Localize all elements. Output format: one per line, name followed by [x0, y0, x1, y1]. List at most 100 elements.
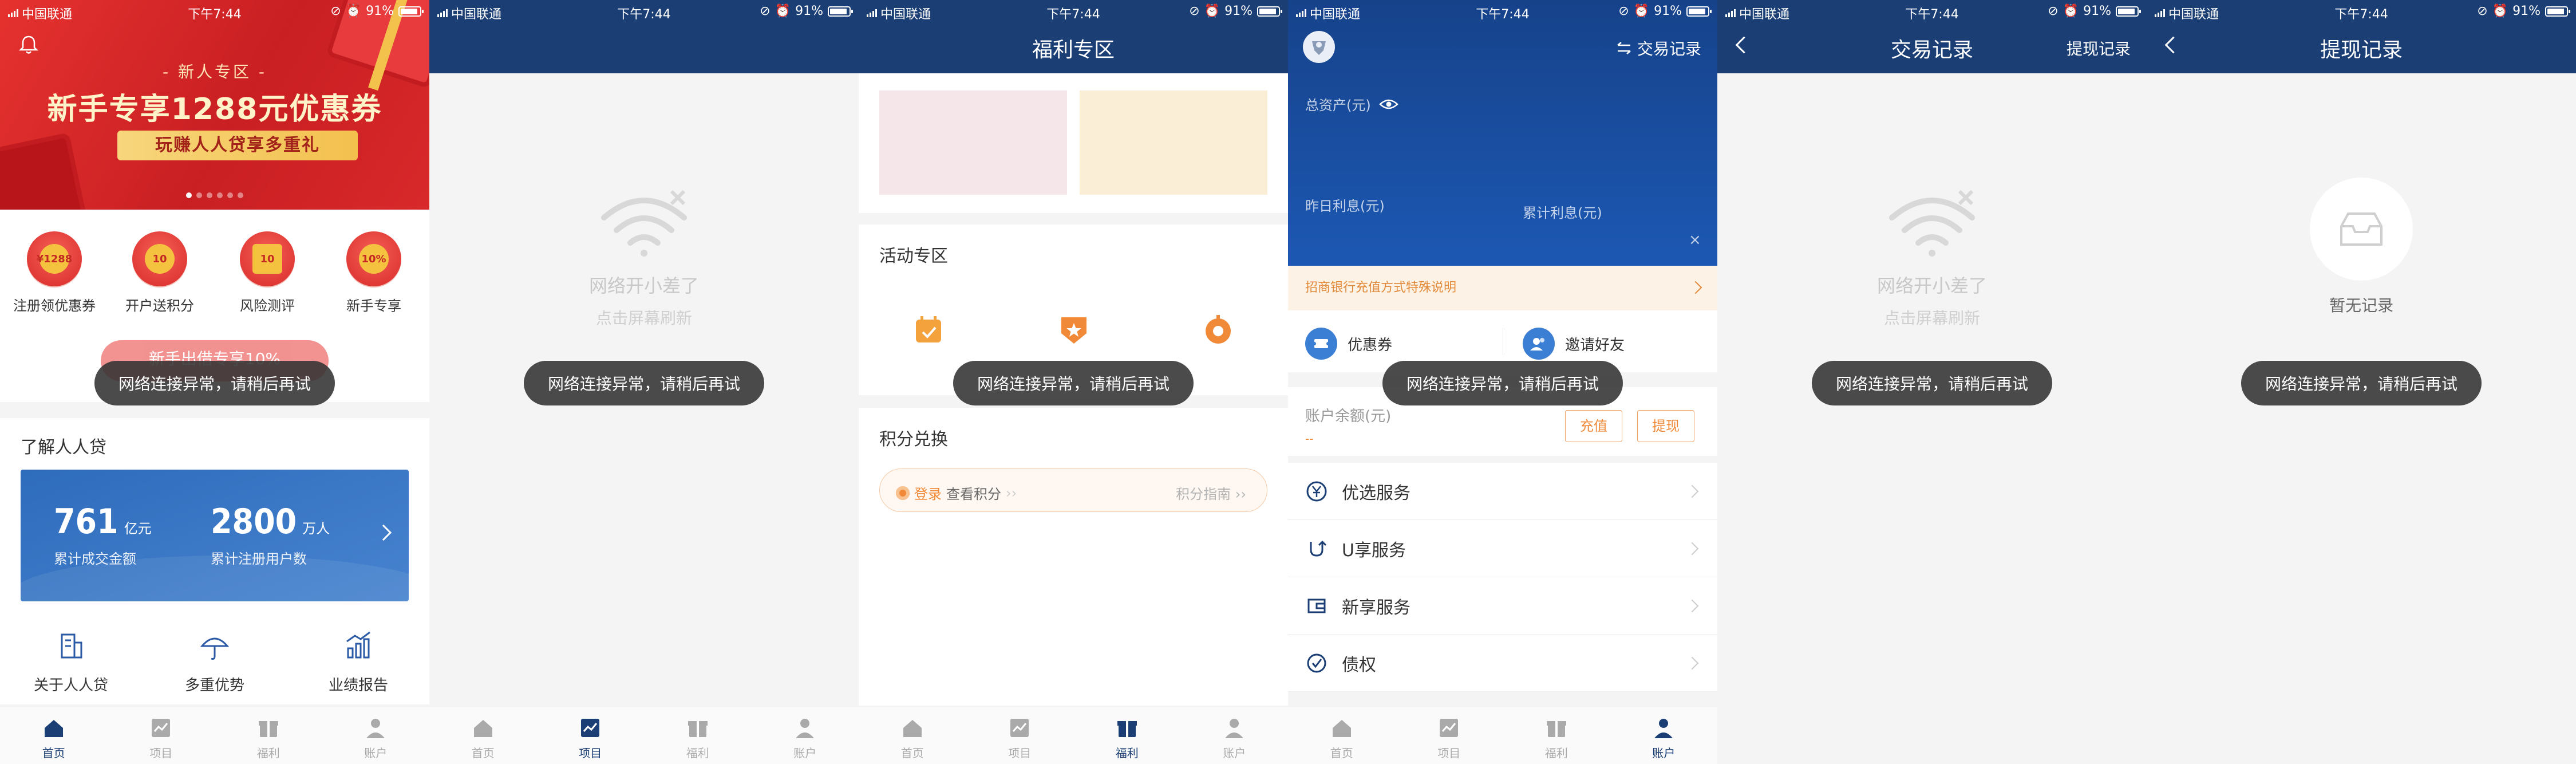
- medal-icon[interactable]: [1202, 314, 1234, 346]
- tab-label: 项目: [1008, 746, 1032, 760]
- tab-welfare[interactable]: 福利: [215, 707, 322, 764]
- pagination-dot[interactable]: [186, 192, 192, 198]
- menu-item-debt[interactable]: 债权: [1288, 635, 1717, 692]
- network-error-state[interactable]: 网络开小差了 点击屏幕刷新: [429, 183, 859, 329]
- tab-projects[interactable]: 项目: [537, 707, 645, 764]
- network-error-state[interactable]: 网络开小差了 点击屏幕刷新: [1717, 183, 2147, 329]
- wifi-off-icon: [601, 190, 687, 257]
- alarm-icon: ⏰: [775, 4, 791, 18]
- alarm-icon: ⏰: [1204, 4, 1220, 18]
- tab-bar: 首页 项目 福利 账户: [859, 707, 1288, 764]
- tab-label: 账户: [793, 746, 817, 760]
- calendar-icon[interactable]: [912, 314, 945, 346]
- quick-item-points[interactable]: 10 开户送积分: [117, 231, 203, 314]
- tab-account[interactable]: 账户: [322, 707, 430, 764]
- quick-item-risk[interactable]: 10 风险测评: [224, 231, 310, 314]
- lock-rotation-icon: ⊘: [1618, 4, 1629, 18]
- points-guide-link[interactable]: 积分指南: [1176, 486, 1231, 502]
- tab-label: 项目: [579, 746, 602, 760]
- battery-fill: [2547, 8, 2565, 14]
- empty-hint: 点击屏幕刷新: [595, 309, 692, 328]
- eye-icon[interactable]: [1378, 98, 1398, 111]
- tab-projects[interactable]: 项目: [1396, 707, 1503, 764]
- stats-card[interactable]: 761 亿元 累计成交金额 2800 万人 累计注册用户数: [21, 470, 409, 601]
- tab-bar: 首页 项目 福利 账户: [429, 707, 859, 764]
- pagination-dot[interactable]: [227, 192, 233, 198]
- promo-banner[interactable]: - 新人专区 - 新手专享1288元优惠券 玩赚人人贷享多重礼: [0, 0, 429, 210]
- tab-welfare[interactable]: 福利: [1503, 707, 1610, 764]
- recharge-button[interactable]: 充值: [1565, 410, 1622, 442]
- withdraw-records-link[interactable]: 提现记录: [2067, 37, 2131, 60]
- tab-home[interactable]: 首页: [859, 707, 966, 764]
- quick-item-label: 注册领优惠券: [13, 298, 96, 314]
- quick-item-coupon[interactable]: ¥1288 注册领优惠券: [11, 231, 97, 314]
- chevron-right-icon: [375, 524, 392, 541]
- user-icon: [1225, 719, 1244, 738]
- pagination-dot[interactable]: [217, 192, 223, 198]
- battery-icon: [1257, 6, 1282, 17]
- avatar[interactable]: [1303, 31, 1335, 63]
- tab-home[interactable]: 首页: [0, 707, 108, 764]
- pagination-dot[interactable]: [196, 192, 202, 198]
- menu-item-preferred[interactable]: 优选服务: [1288, 463, 1717, 520]
- quick-item-newbie[interactable]: 10% 新手专享: [331, 231, 417, 314]
- chevron-right-icon: [1689, 281, 1702, 294]
- tab-account[interactable]: 账户: [1610, 707, 1718, 764]
- stat-volume: 761 亿元 累计成交金额: [54, 502, 152, 567]
- trade-records-link[interactable]: 交易记录: [1615, 37, 1701, 60]
- double-chevron-icon: ››: [1006, 485, 1017, 501]
- withdraw-button[interactable]: 提现: [1637, 410, 1694, 442]
- alarm-icon: ⏰: [345, 4, 362, 18]
- coin-icon: [896, 486, 910, 500]
- status-bar: 中国联通 下午7:44 ⊘ ⏰ 91%: [1717, 0, 2147, 23]
- lock-rotation-icon: ⊘: [2477, 4, 2488, 18]
- login-link[interactable]: 登录: [914, 483, 942, 503]
- status-bar: 中国联通 下午7:44 ⊘ ⏰ 91%: [429, 0, 859, 23]
- tab-welfare[interactable]: 福利: [1073, 707, 1181, 764]
- tab-home[interactable]: 首页: [1288, 707, 1396, 764]
- promo-card-left[interactable]: [879, 90, 1067, 195]
- performance-report-link[interactable]: 业绩报告: [301, 629, 416, 695]
- banner-pagination[interactable]: [0, 192, 429, 198]
- points-bar[interactable]: 登录 查看积分 ›› 积分指南 ››: [879, 468, 1267, 512]
- menu-item-u-enjoy[interactable]: U享服务: [1288, 520, 1717, 577]
- menu-item-new-enjoy[interactable]: 新享服务: [1288, 577, 1717, 635]
- tab-label: 首页: [42, 746, 65, 760]
- tab-account[interactable]: 账户: [752, 707, 859, 764]
- tab-projects[interactable]: 项目: [966, 707, 1074, 764]
- close-icon[interactable]: ×: [1689, 231, 1701, 249]
- network-error-toast: 网络连接异常，请稍后再试: [2241, 361, 2482, 405]
- home-icon: [1332, 720, 1351, 737]
- bell-icon[interactable]: [17, 33, 40, 56]
- battery-icon: [1686, 6, 1712, 17]
- battery-percent: 91%: [1654, 4, 1682, 18]
- battery-icon: [398, 6, 424, 17]
- chart-line-icon: [1440, 719, 1459, 737]
- notice-bar[interactable]: 招商银行充值方式特殊说明: [1288, 266, 1717, 310]
- promo-card-right[interactable]: [1080, 90, 1267, 195]
- coupon-entry[interactable]: 优惠券: [1305, 328, 1392, 360]
- tab-home[interactable]: 首页: [429, 707, 537, 764]
- tab-projects[interactable]: 项目: [108, 707, 215, 764]
- tab-label: 账户: [1652, 746, 1676, 760]
- lock-rotation-icon: ⊘: [1189, 4, 1200, 18]
- yesterday-interest-label: 昨日利息(元): [1305, 198, 1385, 214]
- banner-pill: 玩赚人人贷享多重礼: [117, 131, 358, 160]
- invite-entry[interactable]: 邀请好友: [1523, 328, 1625, 360]
- promo-section: [859, 73, 1288, 213]
- network-error-toast: 网络连接异常，请稍后再试: [94, 361, 335, 405]
- tab-welfare[interactable]: 福利: [644, 707, 752, 764]
- tab-account[interactable]: 账户: [1181, 707, 1289, 764]
- tab-label: 首页: [1330, 746, 1353, 760]
- battery-fill: [401, 8, 418, 14]
- tab-label: 项目: [149, 746, 173, 760]
- pagination-dot[interactable]: [238, 192, 243, 198]
- stat-users: 2800 万人 累计注册用户数: [211, 502, 330, 567]
- swap-icon: [1617, 42, 1631, 54]
- double-chevron-icon: ››: [1235, 486, 1246, 502]
- chevron-right-icon: [1685, 542, 1699, 556]
- advantages-link[interactable]: 多重优势: [157, 629, 272, 695]
- badge-star-icon[interactable]: [1058, 314, 1090, 346]
- about-company-link[interactable]: 关于人人贷: [14, 629, 128, 695]
- pagination-dot[interactable]: [207, 192, 212, 198]
